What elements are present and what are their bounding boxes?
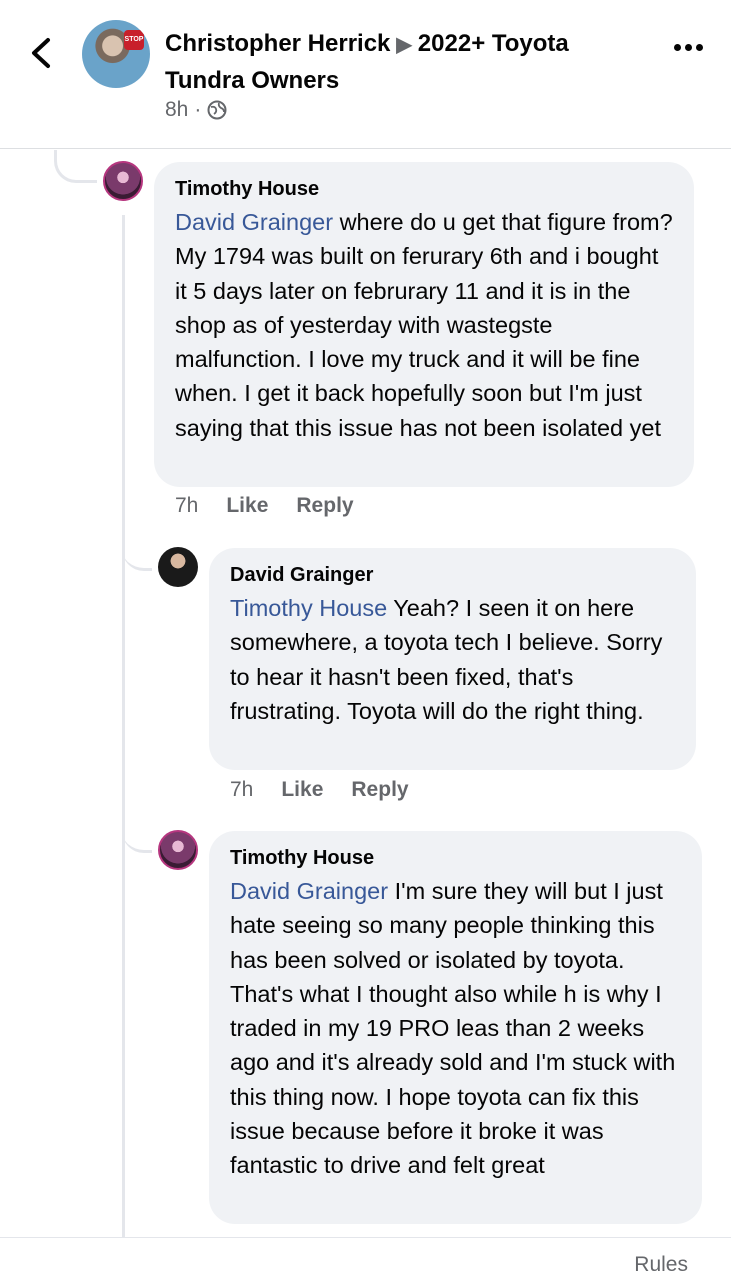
post-meta: 8h · — [165, 98, 227, 122]
mention-link[interactable]: David Grainger — [230, 878, 388, 904]
avatar[interactable] — [158, 547, 198, 587]
comment-author[interactable]: Timothy House — [175, 176, 674, 202]
thread-line — [122, 215, 125, 1240]
like-button[interactable]: Like — [281, 778, 323, 802]
reply-button[interactable]: Reply — [296, 494, 353, 518]
thread-connector — [122, 800, 152, 853]
reply-button[interactable]: Reply — [351, 778, 408, 802]
mention-link[interactable]: David Grainger — [175, 209, 333, 235]
thread-connector — [122, 520, 152, 571]
author-avatar[interactable]: STOP — [82, 20, 150, 88]
post-author-name[interactable]: Christopher Herrick — [165, 30, 390, 57]
comment-bubble: Timothy House David Grainger I'm sure th… — [209, 831, 702, 1224]
arrow-right-icon: ▶ — [396, 34, 412, 56]
more-options-icon[interactable] — [674, 44, 703, 51]
comment-bubble: David Grainger Timothy House Yeah? I see… — [209, 548, 696, 770]
rules-link[interactable]: Rules — [634, 1253, 688, 1277]
comment-author[interactable]: David Grainger — [230, 562, 676, 588]
comment-actions: 7h Like Reply — [175, 494, 382, 518]
comment-time[interactable]: 7h — [175, 494, 198, 518]
mention-link[interactable]: Timothy House — [230, 595, 387, 621]
comment-body: I'm sure they will but I just hate seein… — [230, 878, 676, 1179]
comment-bubble: Timothy House David Grainger where do u … — [154, 162, 694, 487]
footer-bar: Rules — [0, 1237, 731, 1281]
header-divider — [0, 148, 731, 149]
comment-body: where do u get that figure from? My 1794… — [175, 209, 673, 441]
thread-connector — [54, 150, 97, 183]
back-icon[interactable] — [26, 36, 56, 70]
globe-icon — [207, 100, 227, 120]
like-button[interactable]: Like — [226, 494, 268, 518]
avatar[interactable] — [103, 161, 143, 201]
comment-author[interactable]: Timothy House — [230, 845, 682, 871]
comment-actions: 7h Like Reply — [230, 778, 437, 802]
post-header: STOP Christopher Herrick ▶ 2022+ Toyota Tu… — [0, 0, 731, 148]
comment-text: Timothy House Yeah? I seen it on here so… — [230, 591, 676, 728]
post-time[interactable]: 8h — [165, 98, 188, 122]
post-title: Christopher Herrick ▶ 2022+ Toyota Tundra … — [165, 26, 635, 98]
avatar[interactable] — [158, 830, 198, 870]
stop-sign-icon: STOP — [124, 30, 144, 50]
comment-time[interactable]: 7h — [230, 778, 253, 802]
comment-text: David Grainger where do u get that figur… — [175, 205, 674, 445]
meta-separator: · — [194, 98, 202, 121]
comment-text: David Grainger I'm sure they will but I … — [230, 874, 682, 1183]
